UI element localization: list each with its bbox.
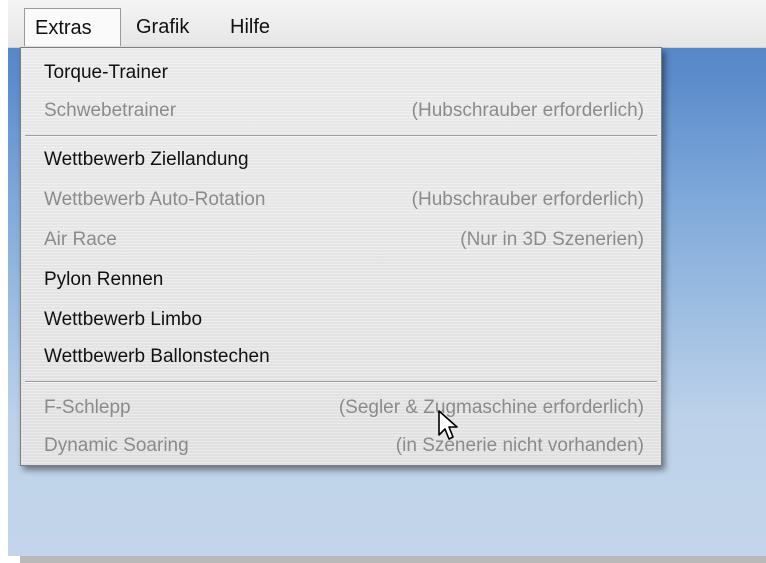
menu-extras[interactable]: Extras [24,8,121,46]
menu-item-label: Wettbewerb Ballonstechen [44,346,270,367]
menu-item-note: (in Szenerie nicht vorhanden) [395,435,644,456]
mouse-pointer-icon [438,410,458,440]
menu-item-torque-trainer[interactable]: Torque-Trainer [21,54,661,92]
menu-item-note: (Segler & Zugmaschine erforderlich) [338,397,644,418]
menu-item-label: F-Schlepp [44,397,131,418]
menu-item-label: Wettbewerb Ziellandung [44,149,249,170]
menu-item-dynamic-soaring: Dynamic Soaring (in Szenerie nicht vorha… [21,427,661,465]
menu-item-note: (Hubschrauber erforderlich) [411,100,644,121]
window-shadow [20,556,766,563]
menu-item-note: (Nur in 3D Szenerien) [460,229,644,250]
menu-grafik[interactable]: Grafik [126,8,216,46]
menu-bar: Extras Grafik Hilfe [8,0,766,48]
menu-item-note: (Hubschrauber erforderlich) [411,189,644,210]
menu-item-label: Wettbewerb Limbo [44,309,203,330]
menu-item-air-race: Air Race (Nur in 3D Szenerien) [21,221,661,259]
menu-item-label: Wettbewerb Auto-Rotation [44,189,266,210]
menu-item-label: Schwebetrainer [44,100,177,121]
menu-separator [25,135,657,137]
menu-item-label: Dynamic Soaring [44,435,189,456]
menu-item-label: Pylon Rennen [44,269,164,290]
menu-hilfe[interactable]: Hilfe [220,8,300,46]
menu-item-wettbewerb-ballonstechen[interactable]: Wettbewerb Ballonstechen [21,338,661,376]
menu-item-label: Air Race [44,229,117,250]
menu-item-wettbewerb-auto-rotation: Wettbewerb Auto-Rotation (Hubschrauber e… [21,181,661,219]
menu-item-f-schlepp: F-Schlepp (Segler & Zugmaschine erforder… [21,389,661,427]
menu-separator [25,381,657,383]
menu-item-pylon-rennen[interactable]: Pylon Rennen [21,261,661,299]
menu-item-label: Torque-Trainer [44,62,168,83]
menu-item-schwebetrainer: Schwebetrainer (Hubschrauber erforderlic… [21,92,661,130]
extras-dropdown-menu: Torque-Trainer Schwebetrainer (Hubschrau… [20,47,662,466]
menu-item-wettbewerb-ziellandung[interactable]: Wettbewerb Ziellandung [21,141,661,179]
menu-item-wettbewerb-limbo[interactable]: Wettbewerb Limbo [21,301,661,339]
